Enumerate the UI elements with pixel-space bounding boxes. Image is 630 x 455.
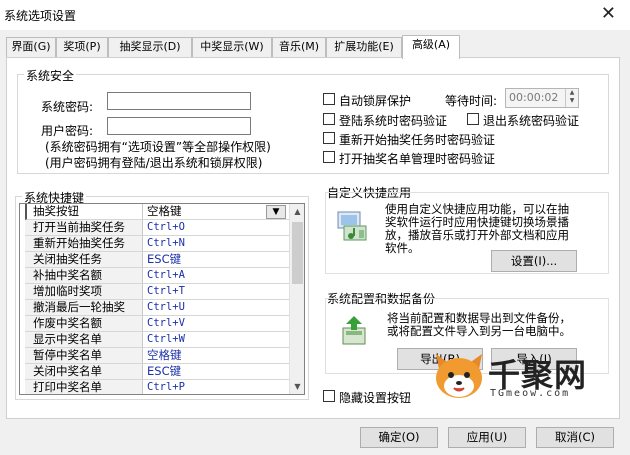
shortcut-key: ESC键 xyxy=(143,364,290,380)
wait-time-label: 等待时间: xyxy=(445,94,498,108)
exit-verify-label: 退出系统密码验证 xyxy=(483,114,580,128)
custom-app-icon xyxy=(337,211,367,241)
tab-extensions[interactable]: 扩展功能(E) xyxy=(326,37,402,57)
shortcuts-scrollbar[interactable]: ▲ ▼ xyxy=(289,204,304,394)
shortcut-key: 空格键 xyxy=(143,348,290,364)
close-icon[interactable]: ✕ xyxy=(601,3,616,24)
window-title: 系统选项设置 xyxy=(4,9,77,23)
list-item[interactable]: 关闭中奖名单 ESC键 xyxy=(20,364,290,380)
tab-advanced[interactable]: 高级(A) xyxy=(402,35,460,59)
shortcut-action: 显示中奖名单 xyxy=(25,332,143,348)
system-password-note: (系统密码拥有“选项设置”等全部操作权限) xyxy=(45,140,271,154)
user-password-input[interactable] xyxy=(107,117,251,135)
shortcut-action: 补抽中奖名额 xyxy=(25,268,143,284)
shortcut-key: Ctrl+U xyxy=(143,300,290,316)
shortcuts-list[interactable]: 抽奖按钮 空格键 ▼ 打开当前抽奖任务 Ctrl+O 重新开始抽奖任务 Ctrl… xyxy=(19,203,305,395)
list-verify-label: 打开抽奖名单管理时密码验证 xyxy=(339,152,496,166)
shortcut-key: ESC键 xyxy=(143,252,290,268)
security-group-title: 系统安全 xyxy=(24,67,77,84)
cancel-button[interactable]: 取消(C) xyxy=(536,427,614,448)
user-password-note: (用户密码拥有登陆/退出系统和锁屏权限) xyxy=(45,156,263,170)
list-item[interactable]: 显示中奖名单 Ctrl+W xyxy=(20,332,290,348)
watermark-subtext: TGmeow.com xyxy=(490,388,571,399)
watermark-logo: 千聚网 TGmeow.com xyxy=(430,346,630,406)
wait-time-spinner[interactable]: 00:00:02 ▲ ▼ xyxy=(505,88,579,108)
title-bar: 系统选项设置 ✕ xyxy=(0,0,630,30)
system-password-input[interactable] xyxy=(107,92,251,110)
wait-time-value: 00:00:02 xyxy=(509,91,559,104)
shortcut-action: 暂停中奖名单 xyxy=(25,348,143,364)
system-password-label: 系统密码: xyxy=(41,100,94,114)
hide-settings-label: 隐藏设置按钮 xyxy=(339,391,412,405)
tab-draw-display[interactable]: 抽奖显示(D) xyxy=(108,37,192,57)
shortcut-action: 作废中奖名额 xyxy=(25,316,143,332)
list-item[interactable]: 关闭抽奖任务 ESC键 xyxy=(20,252,290,268)
custom-app-settings-button[interactable]: 设置(I)... xyxy=(491,250,577,272)
restart-verify-checkbox[interactable] xyxy=(323,132,335,144)
scroll-up-icon[interactable]: ▲ xyxy=(290,204,304,219)
list-item[interactable]: 打印中奖名单 Ctrl+P xyxy=(20,380,290,394)
auto-lock-checkbox[interactable] xyxy=(323,93,335,105)
shortcut-key: Ctrl+O xyxy=(143,220,290,236)
shortcut-key: Ctrl+N xyxy=(143,236,290,252)
apply-button[interactable]: 应用(U) xyxy=(448,427,526,448)
backup-description: 将当前配置和数据导出到文件备份， 或将配置文件导入到另一台电脑中。 xyxy=(387,311,571,338)
tab-music[interactable]: 音乐(M) xyxy=(272,37,326,57)
list-item[interactable]: 作废中奖名额 Ctrl+V xyxy=(20,316,290,332)
list-item[interactable]: 暂停中奖名单 空格键 xyxy=(20,348,290,364)
restart-verify-label: 重新开始抽奖任务时密码验证 xyxy=(339,133,496,147)
scrollbar-thumb[interactable] xyxy=(292,222,303,284)
shortcut-action: 关闭中奖名单 xyxy=(25,364,143,380)
shortcut-action: 抽奖按钮 xyxy=(25,204,143,220)
tab-interface[interactable]: 界面(G) xyxy=(6,37,56,57)
shortcut-action: 增加临时奖项 xyxy=(25,284,143,300)
ok-button[interactable]: 确定(O) xyxy=(360,427,438,448)
list-item[interactable]: 增加临时奖项 Ctrl+T xyxy=(20,284,290,300)
spinner-arrows-icon[interactable]: ▲ ▼ xyxy=(565,89,578,107)
shortcut-action: 重新开始抽奖任务 xyxy=(25,236,143,252)
list-item[interactable]: 重新开始抽奖任务 Ctrl+N xyxy=(20,236,290,252)
shortcut-action: 打开当前抽奖任务 xyxy=(25,220,143,236)
login-verify-label: 登陆系统时密码验证 xyxy=(339,114,448,128)
tab-winner-display[interactable]: 中奖显示(W) xyxy=(192,37,272,57)
tab-prizes[interactable]: 奖项(P) xyxy=(56,37,108,57)
list-verify-checkbox[interactable] xyxy=(323,151,335,163)
chevron-down-icon[interactable]: ▼ xyxy=(266,205,286,219)
shortcut-key: Ctrl+W xyxy=(143,332,290,348)
exit-verify-checkbox[interactable] xyxy=(467,113,479,125)
auto-lock-label: 自动锁屏保护 xyxy=(339,94,412,108)
list-item[interactable]: 撤消最后一轮抽奖 Ctrl+U xyxy=(20,300,290,316)
shortcut-key: Ctrl+A xyxy=(143,268,290,284)
list-item[interactable]: 打开当前抽奖任务 Ctrl+O xyxy=(20,220,290,236)
shortcut-key: Ctrl+V xyxy=(143,316,290,332)
shortcut-key: Ctrl+P xyxy=(143,380,290,394)
scroll-down-icon[interactable]: ▼ xyxy=(290,379,304,394)
user-password-label: 用户密码: xyxy=(41,124,94,138)
shortcut-action: 撤消最后一轮抽奖 xyxy=(25,300,143,316)
shortcut-action: 关闭抽奖任务 xyxy=(25,252,143,268)
backup-icon xyxy=(342,316,366,345)
shortcut-action: 打印中奖名单 xyxy=(25,380,143,394)
shortcut-key: Ctrl+T xyxy=(143,284,290,300)
custom-app-description: 使用自定义快捷应用功能，可以在抽 奖软件运行时应用快捷键切换场景播 放，播放音乐… xyxy=(385,202,569,255)
list-item[interactable]: 补抽中奖名额 Ctrl+A xyxy=(20,268,290,284)
login-verify-checkbox[interactable] xyxy=(323,113,335,125)
list-item[interactable]: 抽奖按钮 空格键 ▼ xyxy=(20,204,290,220)
hide-settings-checkbox[interactable] xyxy=(323,390,335,402)
fox-mascot-icon xyxy=(436,354,482,398)
